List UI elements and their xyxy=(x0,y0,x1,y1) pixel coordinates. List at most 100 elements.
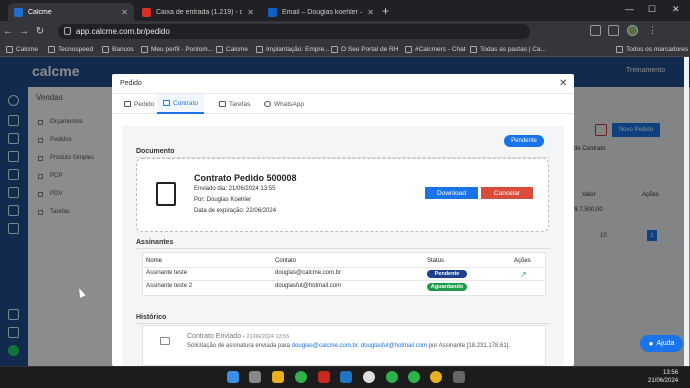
browser-tab-calcme[interactable]: Calcme ✕ xyxy=(8,3,134,21)
task-view-icon[interactable] xyxy=(249,371,261,383)
chrome-icon[interactable] xyxy=(386,371,398,383)
history-title: Contrato Enviado xyxy=(187,333,242,340)
bookmark-item[interactable]: Calcme xyxy=(6,44,38,55)
close-icon[interactable]: ✕ xyxy=(367,8,374,17)
chrome-icon[interactable] xyxy=(295,371,307,383)
section-historico: Histórico xyxy=(136,314,167,321)
folder-icon xyxy=(6,46,13,53)
app-icon[interactable] xyxy=(318,371,330,383)
folder-icon xyxy=(616,46,623,53)
bookmark-item-all[interactable]: Todos os marcadores xyxy=(616,44,688,55)
bookmark-item[interactable]: O Seu Portal de RH xyxy=(331,44,398,55)
history-emails[interactable]: douglas@calcme.com.br, douglasfut@hotmai… xyxy=(292,343,427,349)
divider xyxy=(143,280,545,281)
status-badge: Aguardando xyxy=(427,283,467,291)
contract-panel: Pendente Documento Contrato Pedido 50000… xyxy=(122,126,564,366)
section-assinantes: Assinantes xyxy=(136,239,174,246)
bookmark-item[interactable]: Calcme xyxy=(216,44,248,55)
bookmarks-bar: Calcme Tecnospeed Bancos Meu perfil - Po… xyxy=(0,42,690,57)
document-sender: Por: Douglas Koehler xyxy=(194,197,252,203)
column-acoes: Ações xyxy=(514,258,531,264)
start-icon[interactable] xyxy=(227,371,239,383)
help-button[interactable]: ● Ajuda xyxy=(640,335,683,352)
bookmark-icon xyxy=(141,46,148,53)
signers-table xyxy=(142,252,546,296)
reload-icon[interactable]: ↻ xyxy=(32,26,48,37)
folder-icon xyxy=(470,46,477,53)
tab-title: Calcme xyxy=(28,8,52,16)
history-text: Solicitação de assinatura enviada para d… xyxy=(187,343,511,349)
browser-tab-outlook[interactable]: Email – Douglas koehler – Outl ✕ xyxy=(262,3,380,21)
page-scrollbar[interactable] xyxy=(684,57,689,366)
browser-tab-gmail[interactable]: Caixa de entrada (1.219) - dou ✕ xyxy=(136,3,260,21)
modal-tabs: Pedido Contrato Tarefas WhatsApp xyxy=(112,94,574,114)
column-contato: Contato xyxy=(275,258,297,264)
github-icon[interactable] xyxy=(363,371,375,383)
tab-title: Caixa de entrada (1.219) - dou xyxy=(156,8,243,16)
browser-tab-bar: Calcme ✕ Caixa de entrada (1.219) - dou … xyxy=(0,0,690,21)
forward-icon[interactable]: → xyxy=(16,26,32,37)
bookmark-item[interactable]: Tecnospeed xyxy=(48,44,93,55)
bookmark-item[interactable]: Todas as pastas | Ca... xyxy=(470,44,546,55)
back-icon[interactable]: ← xyxy=(0,26,16,37)
outlook-favicon-icon xyxy=(268,7,277,17)
vscode-icon[interactable] xyxy=(340,371,352,383)
section-documento: Documento xyxy=(136,148,175,155)
status-button[interactable]: Pendente xyxy=(504,135,544,147)
tab-tarefas[interactable]: Tarefas xyxy=(213,94,256,114)
new-tab-button[interactable]: + xyxy=(382,4,389,18)
contract-file-icon xyxy=(156,182,176,206)
tab-contrato[interactable]: Contrato xyxy=(157,94,204,114)
file-explorer-icon[interactable] xyxy=(272,371,284,383)
downloads-icon[interactable] xyxy=(608,25,619,36)
url-bar[interactable]: app.calcme.com.br/pedido xyxy=(58,24,530,39)
divider xyxy=(143,267,545,268)
clock-date: 21/06/2024 xyxy=(648,378,679,384)
chat-icon xyxy=(405,46,412,53)
clock-time: 13:56 xyxy=(663,370,679,376)
extension-icon[interactable] xyxy=(590,25,601,36)
close-icon[interactable]: ✕ xyxy=(247,8,254,17)
calcme-favicon-icon xyxy=(14,7,23,17)
signature-icon xyxy=(163,100,170,106)
window-close-icon[interactable]: ✕ xyxy=(672,4,680,15)
bookmark-item[interactable]: #Calcmers - Chat xyxy=(405,44,466,55)
close-icon[interactable]: ✕ xyxy=(559,78,567,89)
tasks-icon xyxy=(219,101,226,107)
tab-title: Email – Douglas koehler – Outl xyxy=(282,8,362,16)
divider xyxy=(136,323,550,324)
gmail-favicon-icon xyxy=(142,7,151,17)
share-icon[interactable]: ↗ xyxy=(520,270,527,279)
minimize-icon[interactable]: — xyxy=(625,4,634,14)
site-info-icon[interactable] xyxy=(64,27,71,35)
download-button[interactable]: Download xyxy=(425,187,478,199)
chrome-icon[interactable] xyxy=(408,371,420,383)
column-status: Status xyxy=(427,258,445,264)
maximize-icon[interactable]: ☐ xyxy=(648,4,656,15)
document-sent-date: Enviado dia: 21/06/2024 13:55 xyxy=(194,186,276,192)
signer-contact: douglas@calcme.com.br xyxy=(275,270,342,276)
cancel-button[interactable]: Cancelar xyxy=(481,187,533,199)
column-nome: Nome xyxy=(146,258,163,264)
system-clock[interactable]: 13:56 21/06/2024 xyxy=(648,369,678,385)
folder-icon xyxy=(48,46,55,53)
document-expiry: Data de expiração: 22/06/2024 xyxy=(194,208,277,214)
bookmark-item[interactable]: Implantação: Empre... xyxy=(256,44,330,55)
bookmark-item[interactable]: Bancos xyxy=(102,44,134,55)
tab-whatsapp[interactable]: WhatsApp xyxy=(258,94,310,114)
close-icon[interactable]: ✕ xyxy=(121,8,128,17)
bookmark-item[interactable]: Meu perfil - Pontom... xyxy=(141,44,213,55)
profile-avatar[interactable] xyxy=(627,25,638,36)
signer-name: Assinante teste xyxy=(146,270,188,276)
tab-pedido[interactable]: Pedido xyxy=(118,94,160,114)
document-title: Contrato Pedido 500008 xyxy=(194,173,297,183)
history-time: • 21/06/2024 13:55 xyxy=(243,334,290,340)
browser-menu-icon[interactable]: ⋮ xyxy=(648,25,657,36)
mail-icon xyxy=(160,337,170,345)
chrome-icon[interactable] xyxy=(430,371,442,383)
address-bar-row: ← → ↻ app.calcme.com.br/pedido xyxy=(0,21,690,42)
folder-icon xyxy=(102,46,109,53)
calcme-icon xyxy=(216,46,223,53)
app-icon[interactable] xyxy=(453,371,465,383)
modal-title: Pedido xyxy=(120,80,142,87)
